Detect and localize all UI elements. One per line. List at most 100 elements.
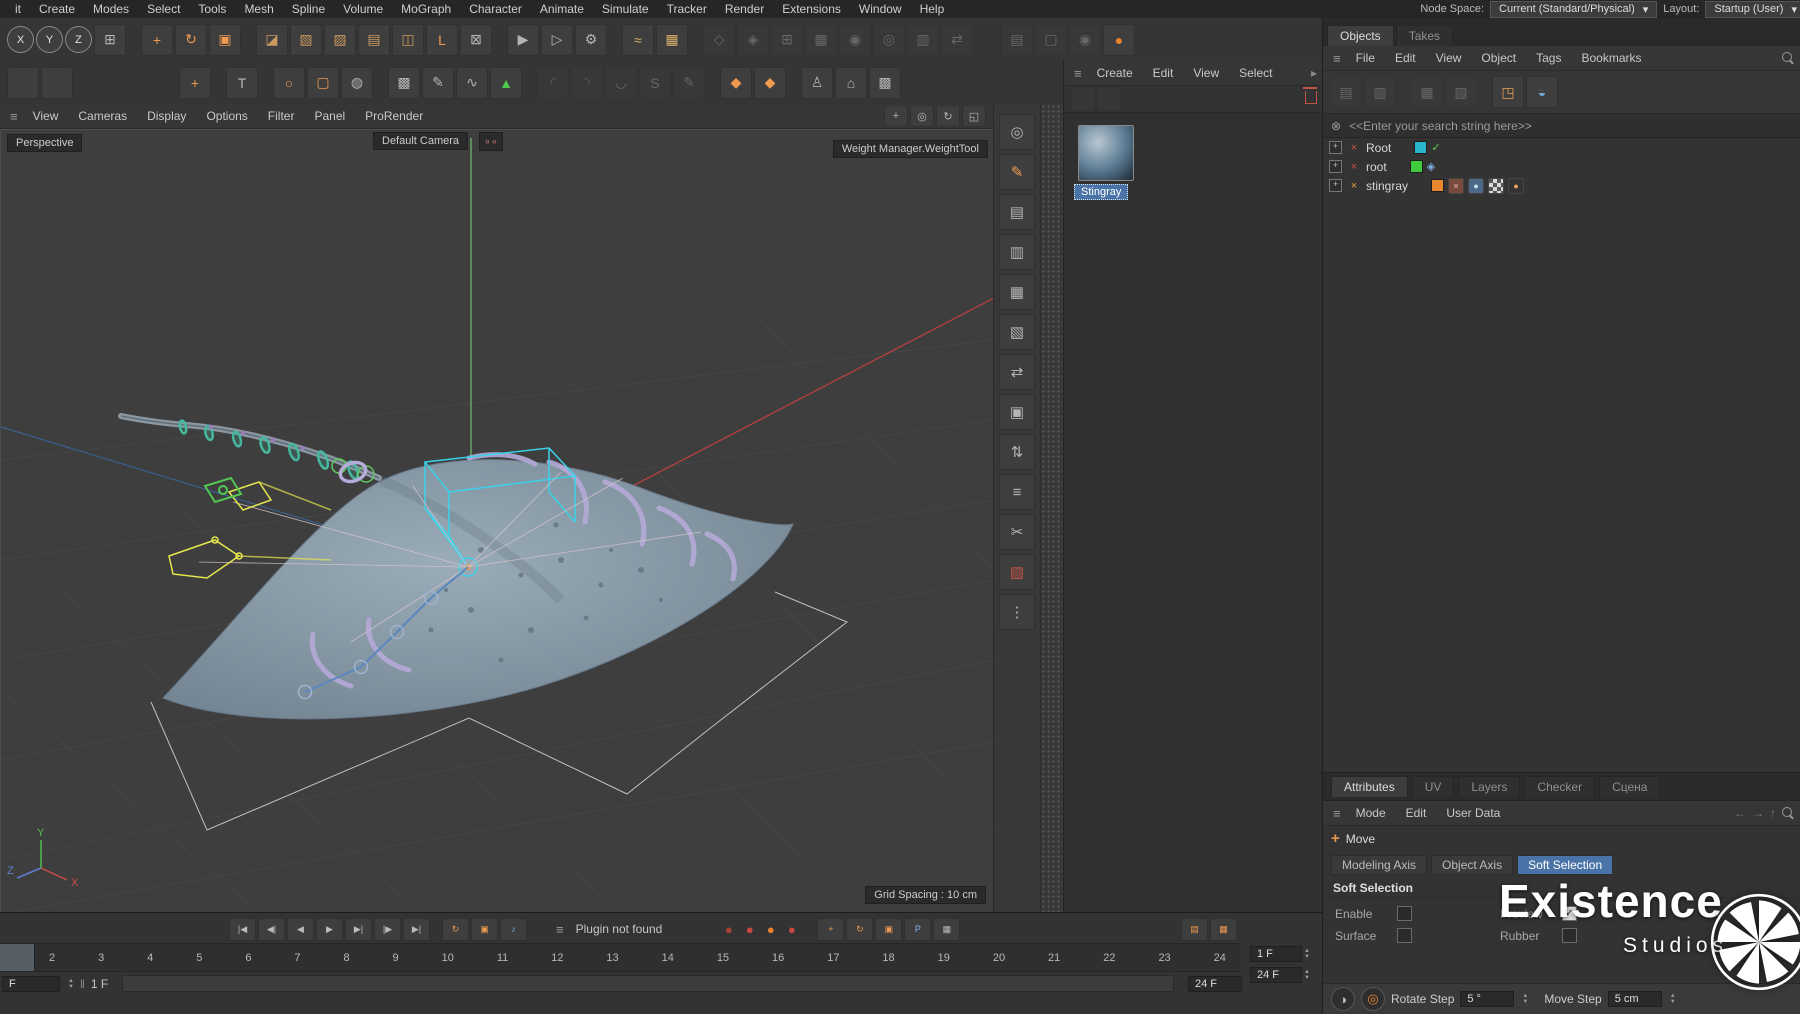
- menubar-item[interactable]: MoGraph: [392, 1, 460, 17]
- y-axis-lock-button[interactable]: Y: [36, 26, 63, 53]
- character-icon[interactable]: ♙: [801, 66, 833, 99]
- smooth-spline-icon[interactable]: ◝: [571, 66, 603, 99]
- up-arrow-icon[interactable]: ↑: [1770, 806, 1780, 820]
- expression-tag-icon[interactable]: ◈: [1427, 160, 1435, 173]
- menubar-item[interactable]: Window: [850, 1, 911, 17]
- axis-tab[interactable]: Object Axis: [1431, 855, 1514, 875]
- path-bar-icon[interactable]: ▤: [1330, 76, 1362, 108]
- layer-color-swatch[interactable]: [1409, 160, 1423, 173]
- menubar-item[interactable]: Create: [30, 1, 84, 17]
- weight-tag-icon[interactable]: ×: [1448, 177, 1465, 194]
- cube-commands-icon[interactable]: ▦: [999, 274, 1035, 310]
- home-icon[interactable]: ⌂: [835, 66, 867, 99]
- objects-menu-item[interactable]: File: [1347, 51, 1384, 65]
- weights-checker-icon[interactable]: ▩: [869, 66, 901, 99]
- viewport-menu-item[interactable]: Filter: [259, 109, 304, 123]
- attributes-menu-item[interactable]: Mode: [1347, 806, 1395, 820]
- material-name-label[interactable]: Stingray: [1074, 184, 1129, 200]
- render-picture-viewer-icon[interactable]: ▷: [541, 23, 573, 56]
- sketch-spline-icon[interactable]: ◜: [537, 66, 569, 99]
- guide-icon[interactable]: ◉: [839, 23, 871, 56]
- record-move-icon[interactable]: +: [817, 917, 845, 941]
- panel-tab[interactable]: Objects: [1327, 25, 1394, 46]
- stage-icon[interactable]: ▢: [1035, 23, 1067, 56]
- menubar-item[interactable]: Render: [716, 1, 773, 17]
- hamburger-icon[interactable]: ≡: [6, 109, 22, 124]
- circle-spline-icon[interactable]: ○: [273, 66, 305, 99]
- brush-weight-icon[interactable]: ✎: [999, 154, 1035, 190]
- expand-icon[interactable]: +: [1329, 141, 1342, 154]
- enabled-check-icon[interactable]: ✓: [1431, 141, 1440, 154]
- record-scale-button[interactable]: ●: [741, 921, 758, 938]
- axis-tab[interactable]: Soft Selection: [1517, 855, 1614, 875]
- axis-tab[interactable]: Modeling Axis: [1331, 855, 1428, 875]
- stepper-arrows[interactable]: ▲ ▼: [1670, 993, 1676, 1005]
- goto-end-button[interactable]: ▶|: [403, 917, 430, 941]
- search-icon[interactable]: [1782, 806, 1795, 820]
- attributes-tab[interactable]: Checker: [1524, 776, 1596, 797]
- next-frame-button[interactable]: ▶|: [345, 917, 372, 941]
- add-point-tool-icon[interactable]: +: [179, 66, 211, 99]
- x-axis-lock-button[interactable]: X: [7, 26, 34, 53]
- viewport-menu-item[interactable]: View: [24, 109, 68, 123]
- frame-tick[interactable]: 15: [717, 952, 729, 964]
- record-keyframe-button[interactable]: ▣: [471, 917, 498, 941]
- vibrate-icon[interactable]: ∿: [456, 66, 488, 99]
- snap-toggle-icon[interactable]: ◇: [703, 23, 735, 56]
- frame-tick[interactable]: 19: [938, 952, 950, 964]
- menubar-item[interactable]: Simulate: [593, 1, 658, 17]
- timeline-scrollbar[interactable]: [122, 975, 1174, 992]
- forward-arrow-icon[interactable]: →: [1748, 806, 1768, 820]
- viewport-menu-item[interactable]: ProRender: [356, 109, 432, 123]
- scene-nodes-icon[interactable]: ◳: [1492, 76, 1524, 108]
- material-ball-icon[interactable]: ●: [1103, 23, 1135, 56]
- frame-tick[interactable]: 8: [343, 952, 349, 964]
- mirror-icon[interactable]: ⇄: [941, 23, 973, 56]
- cube-commands-icon[interactable]: ▤: [999, 194, 1035, 230]
- frame-tick[interactable]: 14: [662, 952, 674, 964]
- recent-tool-slot[interactable]: [41, 66, 73, 99]
- model-mode-icon[interactable]: ▧: [290, 23, 322, 56]
- rotate-view-icon[interactable]: ↻: [936, 105, 960, 127]
- checkbox[interactable]: [1397, 928, 1412, 943]
- menubar-item[interactable]: Spline: [283, 1, 334, 17]
- checkbox[interactable]: [1562, 906, 1577, 921]
- frame-tick[interactable]: 13: [606, 952, 618, 964]
- delete-material-icon[interactable]: [1303, 87, 1317, 107]
- render-settings-icon[interactable]: ⚙: [575, 23, 607, 56]
- arc-tool-icon[interactable]: ◡: [605, 66, 637, 99]
- hud-toggle-icon[interactable]: ◑: [1331, 987, 1355, 1011]
- objects-menu-item[interactable]: Object: [1472, 51, 1525, 65]
- menubar-item[interactable]: Tracker: [658, 1, 716, 17]
- attributes-menu-item[interactable]: User Data: [1437, 806, 1509, 820]
- checker-tag-icon[interactable]: [1488, 177, 1505, 194]
- flag-icon[interactable]: ▧: [1445, 76, 1477, 108]
- checkerboard-icon[interactable]: ▩: [388, 66, 420, 99]
- menubar-item[interactable]: Mesh: [235, 1, 282, 17]
- object-row-root[interactable]: + × Root ✓: [1323, 138, 1800, 157]
- record-rotation-button[interactable]: ●: [762, 921, 779, 938]
- record-pla-button[interactable]: ●: [783, 921, 800, 938]
- magnify-icon[interactable]: ◎: [999, 114, 1035, 150]
- panel-tab[interactable]: Takes: [1395, 25, 1454, 46]
- menubar-item[interactable]: Volume: [334, 1, 392, 17]
- arrange-tool-icon[interactable]: ▣: [999, 394, 1035, 430]
- prev-key-button[interactable]: ◀|: [258, 917, 285, 941]
- object-name[interactable]: stingray: [1366, 179, 1408, 193]
- texture-tag-icon[interactable]: ●: [1468, 177, 1485, 194]
- viewport-menu-item[interactable]: Display: [138, 109, 195, 123]
- menubar-item[interactable]: it: [6, 1, 30, 17]
- layer-color-swatch[interactable]: [1414, 141, 1428, 154]
- materials-menu-item[interactable]: Edit: [1144, 66, 1183, 80]
- menubar-item[interactable]: Tools: [189, 1, 235, 17]
- attributes-tab[interactable]: Layers: [1458, 776, 1521, 797]
- sphere-wire-icon[interactable]: ◍: [341, 66, 373, 99]
- minimize-timeline-icon[interactable]: ▤: [1181, 917, 1208, 941]
- frame-tick[interactable]: 22: [1103, 952, 1115, 964]
- attributes-tab[interactable]: UV: [1411, 776, 1455, 797]
- frame-tick[interactable]: 7: [294, 952, 300, 964]
- text-tool-icon[interactable]: T: [226, 66, 258, 99]
- cube-commands-icon[interactable]: ▧: [999, 314, 1035, 350]
- object-name[interactable]: Root: [1366, 141, 1391, 155]
- rotate-step-field[interactable]: 5 °: [1460, 991, 1515, 1007]
